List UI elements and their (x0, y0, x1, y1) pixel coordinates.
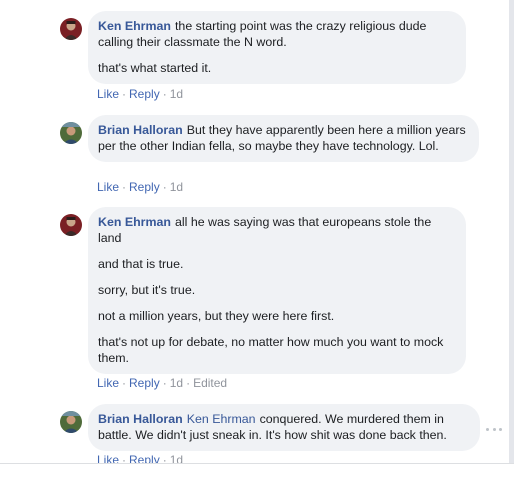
comment-paragraph: that's what started it. (98, 61, 212, 75)
timestamp[interactable]: 1d (170, 180, 183, 194)
like-link[interactable]: Like (97, 376, 119, 390)
comment-actions: Like · Reply · 1d (97, 180, 183, 194)
timestamp[interactable]: 1d (170, 453, 183, 463)
comment-actions: Like · Reply · 1d (97, 453, 183, 463)
comment-thread: Ken Ehrman the starting point was the cra… (0, 0, 514, 463)
comment-bubble: Brian Halloran Ken Ehrman conquered. We mu… (88, 404, 480, 451)
comment-paragraph: and that is true. (98, 257, 184, 271)
avatar[interactable] (60, 122, 82, 144)
reply-link[interactable]: Reply (129, 180, 160, 194)
avatar[interactable] (60, 214, 82, 236)
separator-dot: · (122, 87, 127, 101)
dot (486, 427, 489, 431)
comment-bubble: Ken Ehrman all he was saying was that eur… (88, 207, 466, 374)
separator-dot: · (162, 180, 167, 194)
author-name[interactable]: Ken Ehrman (98, 19, 171, 33)
separator-dot: · (122, 180, 127, 194)
comment-bubble: Ken Ehrman the starting point was the cra… (88, 11, 466, 84)
more-options-icon[interactable] (486, 424, 502, 434)
mention-link[interactable]: Ken Ehrman (187, 412, 256, 426)
avatar[interactable] (60, 411, 82, 433)
edited-label[interactable]: Edited (193, 376, 227, 390)
comment-bubble: Brian Halloran But they have apparently b… (88, 115, 479, 162)
comment-text: Ken Ehrman all he was saying was that eur… (98, 214, 454, 246)
separator-dot: · (162, 87, 167, 101)
comment-text: Ken Ehrman the starting point was the cra… (98, 18, 454, 50)
separator-dot: · (122, 376, 127, 390)
like-link[interactable]: Like (97, 180, 119, 194)
comment-actions: Like · Reply · 1d · Edited (97, 376, 227, 390)
divider (0, 463, 514, 464)
timestamp[interactable]: 1d (170, 376, 183, 390)
dot (492, 427, 496, 431)
author-name[interactable]: Brian Halloran (98, 412, 183, 426)
separator-dot: · (186, 376, 191, 390)
like-link[interactable]: Like (97, 87, 119, 101)
separator-dot: · (122, 453, 127, 463)
author-name[interactable]: Brian Halloran (98, 123, 183, 137)
comment-paragraph: sorry, but it's true. (98, 283, 196, 297)
separator-dot: · (162, 376, 167, 390)
scrollbar[interactable] (509, 0, 514, 463)
comment-text: Brian Halloran But they have apparently b… (98, 122, 467, 154)
author-name[interactable]: Ken Ehrman (98, 215, 171, 229)
comment-paragraph: not a million years, but they were here … (98, 309, 335, 323)
like-link[interactable]: Like (97, 453, 119, 463)
separator-dot: · (162, 453, 167, 463)
comment-text: Brian Halloran Ken Ehrman conquered. We mu… (98, 411, 468, 443)
dot (499, 427, 502, 431)
comment-paragraph: that's not up for debate, no matter how … (98, 335, 444, 365)
timestamp[interactable]: 1d (170, 87, 183, 101)
reply-link[interactable]: Reply (129, 453, 160, 463)
reply-link[interactable]: Reply (129, 376, 160, 390)
reply-link[interactable]: Reply (129, 87, 160, 101)
comment-actions: Like · Reply · 1d (97, 87, 183, 101)
avatar[interactable] (60, 18, 82, 40)
